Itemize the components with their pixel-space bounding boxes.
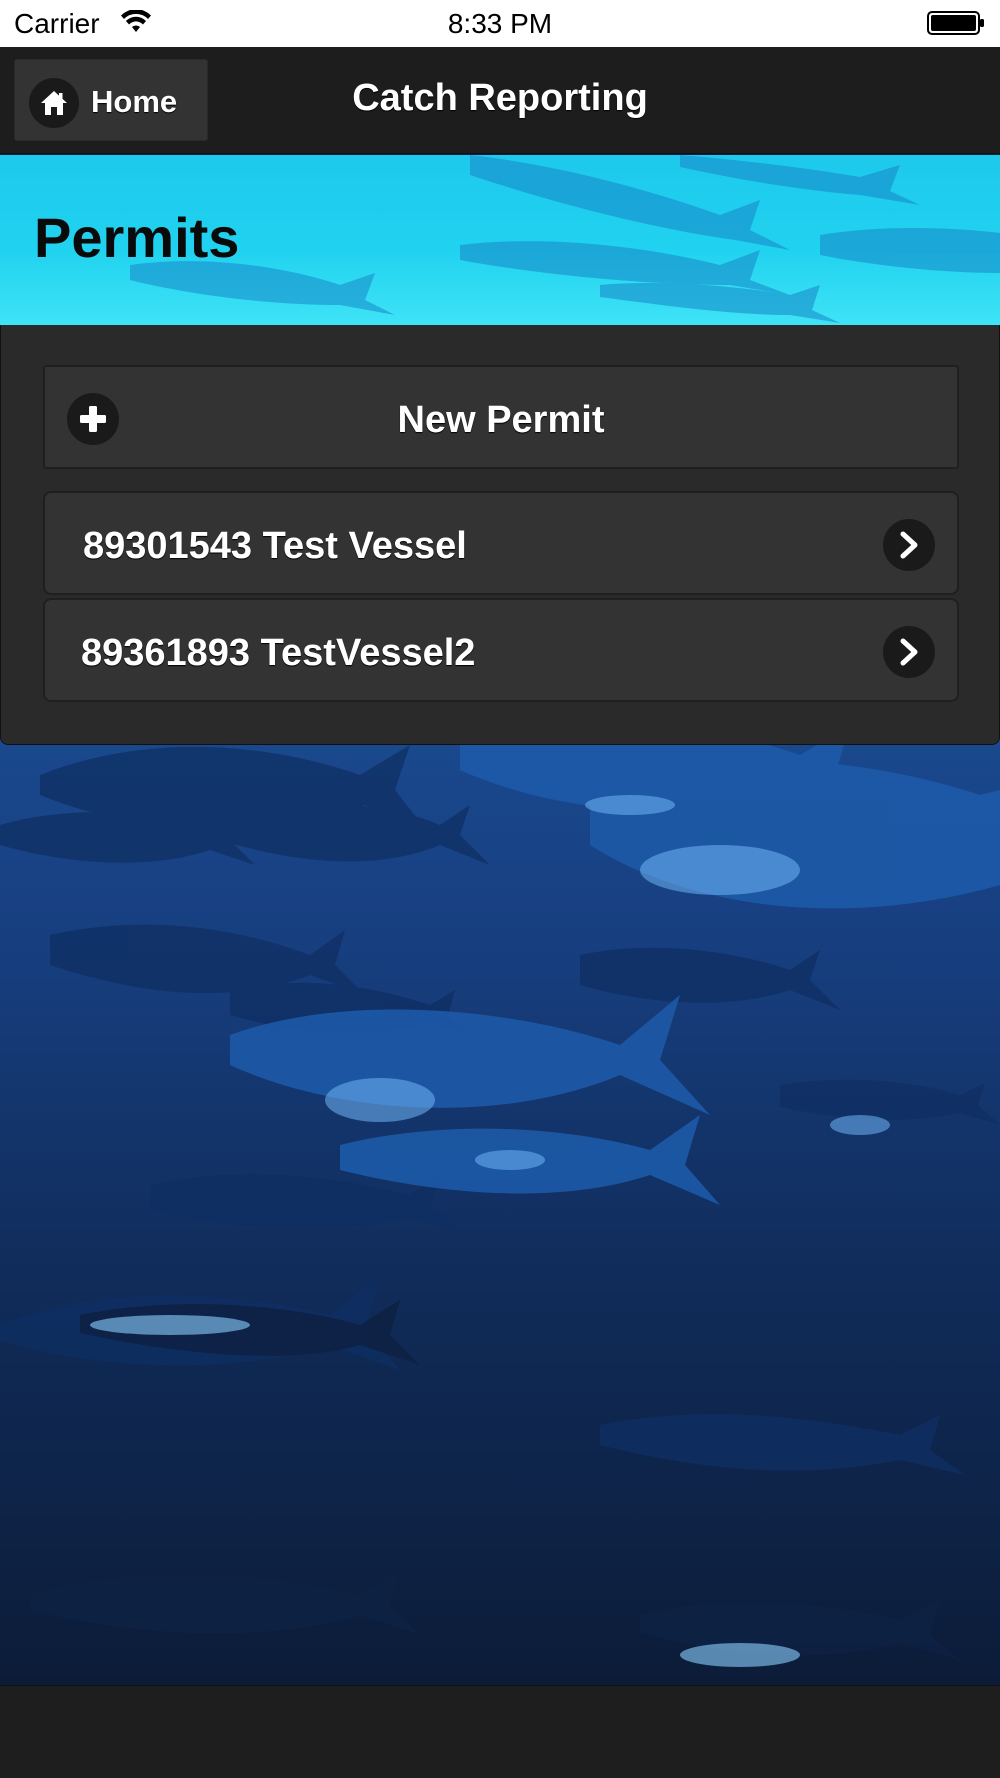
home-button[interactable]: Home bbox=[14, 59, 208, 141]
chevron-right-icon bbox=[883, 626, 935, 678]
battery-icon bbox=[927, 11, 984, 35]
new-permit-button[interactable]: New Permit bbox=[43, 365, 959, 469]
home-icon bbox=[29, 78, 79, 128]
home-button-label: Home bbox=[91, 84, 178, 119]
app-footer bbox=[0, 1685, 1000, 1778]
permit-label: 89361893 TestVessel2 bbox=[81, 632, 476, 674]
permit-list-item[interactable]: 89361893 TestVessel2 bbox=[43, 598, 959, 702]
permits-banner: Permits bbox=[0, 155, 1000, 325]
app-header: Home Catch Reporting bbox=[0, 47, 1000, 154]
clock: 8:33 PM bbox=[447, 8, 553, 39]
status-bar: Carrier 8:33 PM bbox=[0, 0, 1000, 47]
permits-panel: New Permit 89301543 Test Vessel 89361893… bbox=[0, 325, 1000, 745]
chevron-right-icon bbox=[883, 519, 935, 571]
page-title: Catch Reporting bbox=[352, 77, 648, 119]
new-permit-label: New Permit bbox=[397, 399, 605, 441]
permit-label: 89301543 Test Vessel bbox=[83, 525, 467, 567]
permit-list-item[interactable]: 89301543 Test Vessel bbox=[43, 491, 959, 595]
section-title: Permits bbox=[34, 206, 240, 269]
